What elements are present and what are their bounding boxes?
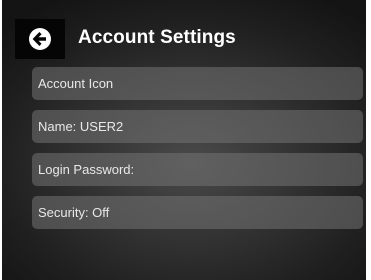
account-settings-screen: Account Settings Account Icon Name: USER… — [2, 0, 366, 280]
settings-list: Account Icon Name: USER2 Login Password:… — [32, 67, 363, 239]
settings-item-name[interactable]: Name: USER2 — [32, 110, 363, 143]
settings-item-label: Security: Off — [38, 205, 110, 220]
settings-item-label: Name: USER2 — [38, 119, 124, 134]
settings-item-login-password[interactable]: Login Password: — [32, 153, 363, 186]
settings-item-account-icon[interactable]: Account Icon — [32, 67, 363, 100]
settings-item-label: Account Icon — [38, 76, 114, 91]
settings-item-label: Login Password: — [38, 162, 135, 177]
page-title: Account Settings — [78, 27, 236, 48]
back-arrow-icon — [28, 27, 52, 51]
back-button[interactable] — [15, 19, 65, 59]
settings-item-security[interactable]: Security: Off — [32, 196, 363, 229]
